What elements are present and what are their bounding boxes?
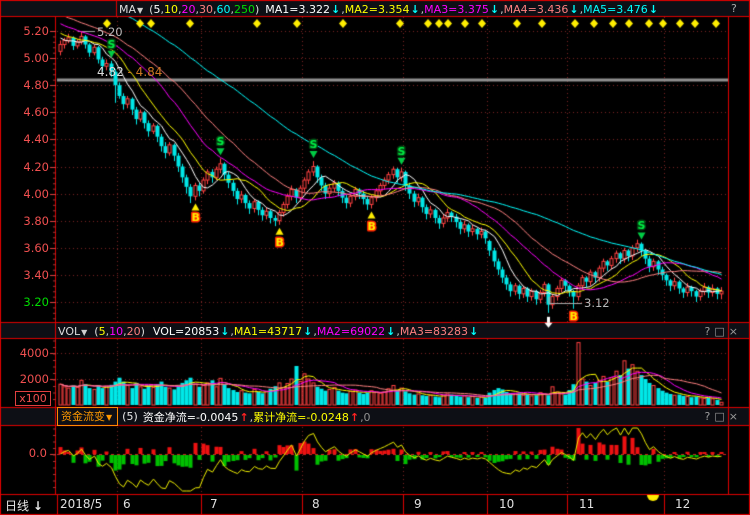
month-label: 7: [210, 497, 218, 511]
volume-header: VOL▼ (5,10,20) VOL=20853↓,MA1=43717↓,MA2…: [0, 323, 750, 339]
chevron-down-icon: ▼: [81, 328, 87, 337]
ma-param-value: 20: [181, 3, 195, 16]
main-chart-header: MA▼ (5,10,20,30,60,250) MA1=3.322↓,MA2=3…: [0, 1, 750, 17]
flow-values: 资金净流=-0.0045↑,累计净流=-0.0248↑,0: [143, 409, 371, 425]
help-icon[interactable]: ?: [705, 410, 715, 423]
down-arrow-icon: ↓: [33, 499, 43, 513]
ma-trend-arrow: ↓: [410, 3, 419, 16]
vol-param-paren: ): [141, 325, 145, 338]
help-icon[interactable]: ?: [705, 325, 715, 338]
vol-item: MA2=69022: [317, 325, 385, 338]
ma-item: MA2=3.354: [345, 3, 410, 16]
vol-values: VOL=20853↓,MA1=43717↓,MA2=69022↓,MA3=832…: [153, 325, 479, 338]
ma-param-value: 10: [164, 3, 178, 16]
vol-param-value: 5: [99, 325, 106, 338]
price-tick-label: 4.40: [2, 132, 49, 146]
price-tick-label: 3.80: [2, 214, 49, 228]
help-icon[interactable]: ?: [731, 2, 737, 15]
ma-item: MA3=3.375: [424, 3, 489, 16]
flow-trend-arrow: ↑: [350, 411, 359, 424]
month-label: 8: [312, 497, 320, 511]
price-tick-label: 3.40: [2, 268, 49, 282]
vol-trend-arrow: ↓: [303, 325, 312, 338]
price-tick-label: 5.20: [2, 24, 49, 38]
highest-price-label: 5.20: [97, 25, 123, 39]
month-label: 12: [675, 497, 690, 511]
month-label: 9: [414, 497, 422, 511]
ma-param-value: 60: [216, 3, 230, 16]
price-tick-label: 4.20: [2, 160, 49, 174]
ma-item: MA1=3.322: [265, 3, 330, 16]
flow-item: 累计净流=-0.0248: [253, 411, 349, 424]
close-icon[interactable]: ×: [729, 325, 742, 338]
ma-param-value: 250: [234, 3, 255, 16]
ma-values: MA1=3.322↓,MA2=3.354↓,MA3=3.375↓,MA4=3.4…: [265, 3, 659, 16]
flow-indicator-label: 资金流变: [61, 410, 105, 423]
ma-indicator-selector[interactable]: MA▼: [119, 3, 145, 16]
vol-trend-arrow: ↓: [220, 325, 229, 338]
vol-trend-arrow: ↓: [469, 325, 478, 338]
close-icon[interactable]: ×: [729, 410, 742, 423]
halt-range-right: - 4.84: [124, 65, 163, 79]
restore-icon[interactable]: □: [714, 325, 728, 338]
money-flow-header: 资金流变▼ (5) 资金净流=-0.0045↑,累计净流=-0.0248↑,0: [0, 408, 750, 425]
vol-item: MA3=83283: [400, 325, 468, 338]
ma-item: MA4=3.436: [504, 3, 569, 16]
ma-indicator-label: MA: [119, 3, 136, 16]
price-tick-label: 4.80: [2, 78, 49, 92]
flow-zero-label: 0.0: [0, 446, 47, 460]
period-selector[interactable]: 日线 ↓: [5, 497, 43, 514]
ma-trend-arrow: ↓: [569, 3, 578, 16]
volume-tick-label: 2000: [2, 372, 49, 386]
flow-trailing: ,0: [360, 411, 371, 424]
ma-param-value: 30: [199, 3, 213, 16]
flow-item: 资金净流=-0.0045: [143, 411, 239, 424]
ma-item: MA5=3.476: [583, 3, 648, 16]
period-label: 日线: [5, 499, 29, 513]
price-tick-label: 3.60: [2, 241, 49, 255]
volume-unit-badge: x100: [15, 391, 51, 406]
month-label: 11: [579, 497, 594, 511]
ma-trend-arrow: ↓: [331, 3, 340, 16]
status-bar: 日线 ↓ 2018/5 6 7 8 9 10 11 12: [0, 495, 750, 515]
vol-indicator-selector[interactable]: VOL▼: [58, 325, 89, 338]
restore-icon[interactable]: □: [714, 410, 728, 423]
price-tick-label: 3.20: [2, 295, 49, 309]
vol-trend-arrow: ↓: [386, 325, 395, 338]
ma-trend-arrow: ↓: [490, 3, 499, 16]
volume-window-icons: ?□×: [705, 325, 742, 338]
ma-params: (5,10,20,30,60,250): [149, 3, 259, 16]
chevron-down-icon: ▼: [106, 413, 112, 422]
flow-param: (5): [122, 410, 138, 423]
flow-window-icons: ?□×: [705, 410, 742, 423]
ma-trend-arrow: ↓: [649, 3, 658, 16]
vol-item: MA1=43717: [234, 325, 302, 338]
month-label: 6: [123, 497, 131, 511]
price-tick-label: 4.60: [2, 105, 49, 119]
flow-trend-arrow: ↑: [239, 411, 248, 424]
volume-tick-label: 4000: [2, 346, 49, 360]
vol-param-value: 20: [127, 325, 141, 338]
flow-indicator-selector[interactable]: 资金流变▼: [57, 407, 118, 426]
vol-params: (5,10,20): [94, 325, 145, 338]
ma-param-paren: ): [255, 3, 259, 16]
month-label: 2018/5: [60, 497, 102, 511]
lowest-price-label: 3.12: [584, 296, 610, 310]
vol-item: VOL=20853: [153, 325, 219, 338]
vol-indicator-label: VOL: [58, 325, 80, 338]
month-label: 10: [499, 497, 514, 511]
price-tick-label: 5.00: [2, 51, 49, 65]
vol-param-value: 10: [109, 325, 123, 338]
chevron-down-icon: ▼: [137, 6, 143, 15]
stock-chart-window: MA▼ (5,10,20,30,60,250) MA1=3.322↓,MA2=3…: [0, 0, 750, 515]
halt-range-left: 4.82: [97, 65, 124, 79]
halt-range-label: 4.82 - 4.84: [97, 65, 162, 79]
price-tick-label: 4.00: [2, 187, 49, 201]
